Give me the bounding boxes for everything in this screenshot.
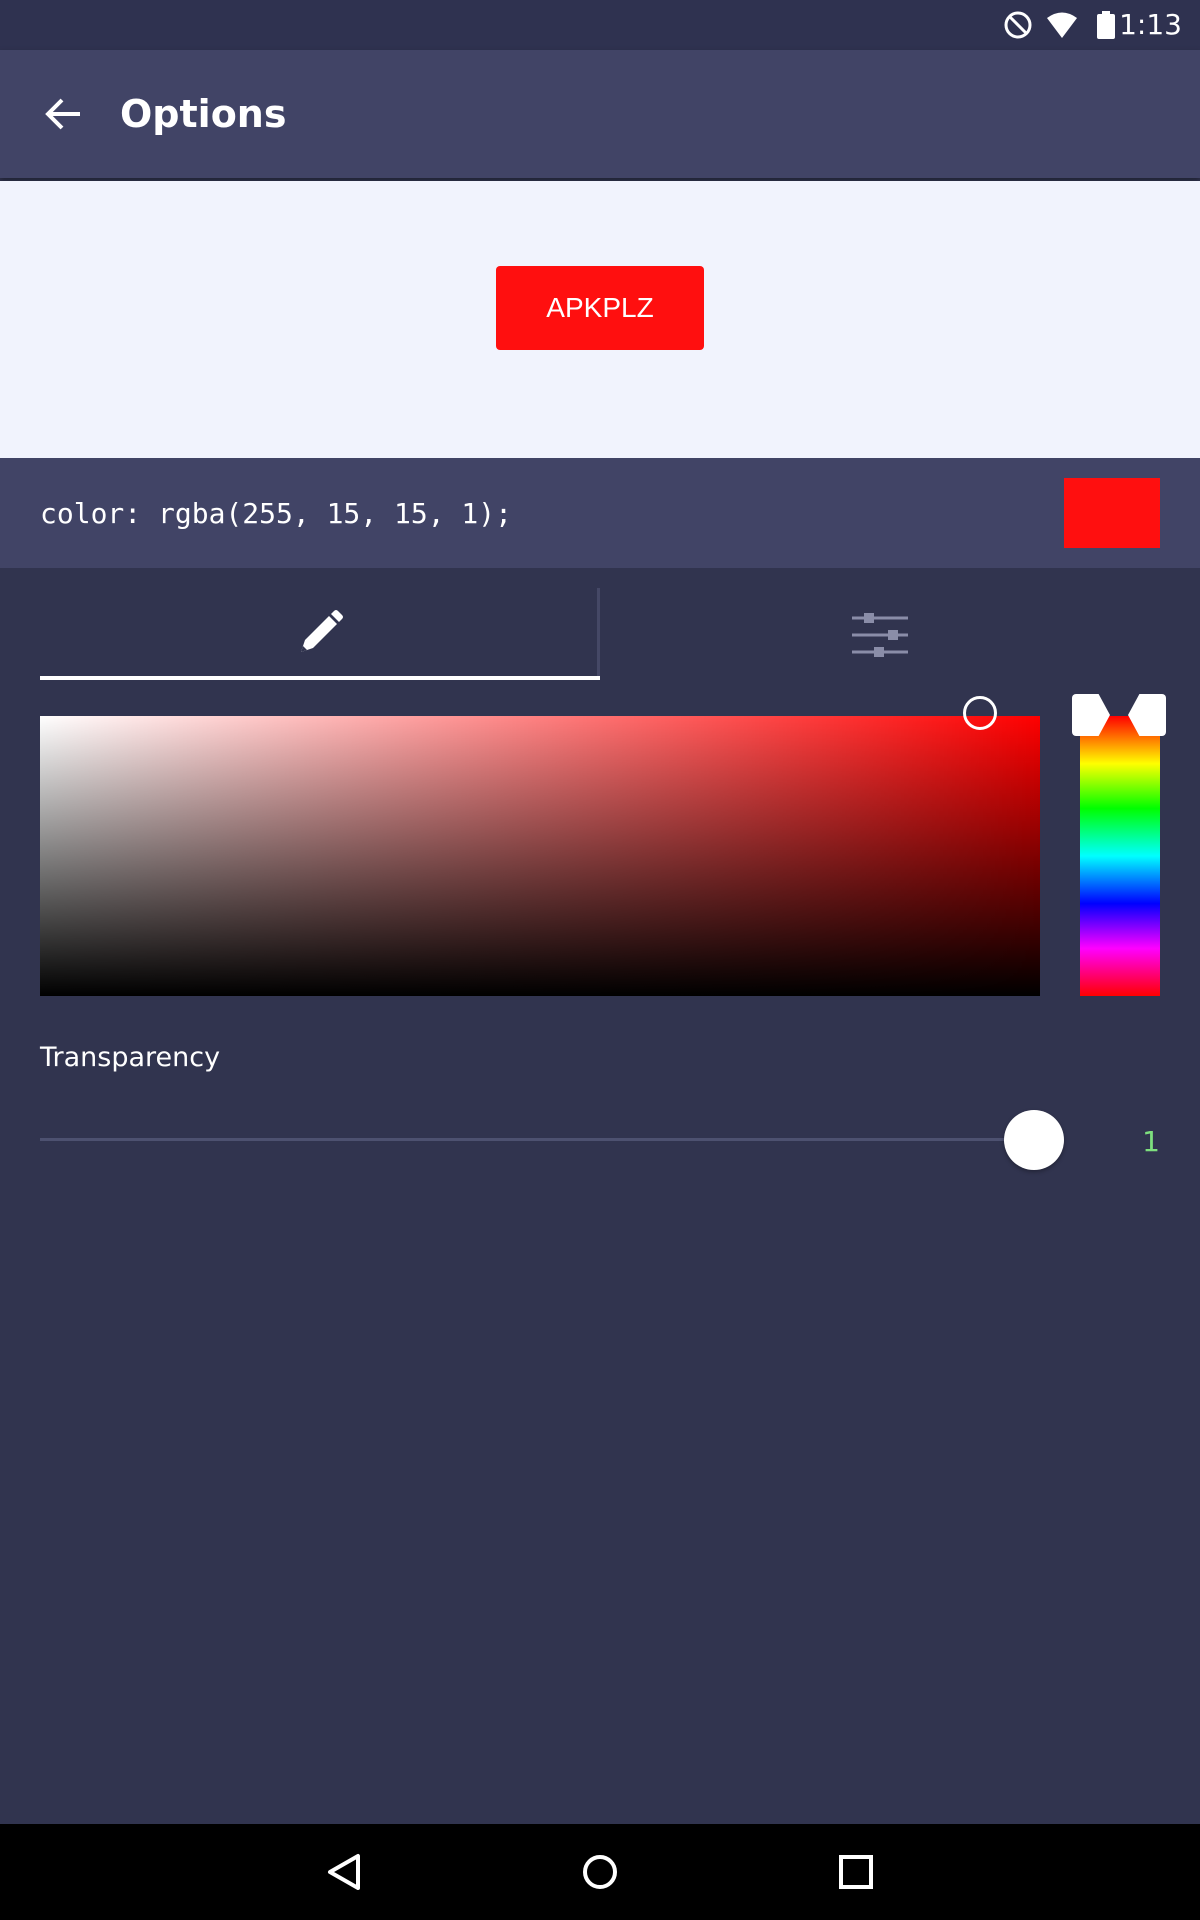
hue-slider[interactable] [1080,716,1160,996]
transparency-value: 1 [1142,1125,1160,1158]
transparency-slider-thumb[interactable] [1004,1110,1064,1170]
nav-back-button[interactable] [314,1842,374,1902]
nav-home-button[interactable] [570,1842,630,1902]
tab-sliders[interactable] [600,588,1160,680]
sliders-icon [850,604,910,664]
transparency-label: Transparency [40,1042,221,1073]
preview-button[interactable]: APKPLZ [496,266,704,350]
battery-icon [1090,9,1122,41]
do-not-disturb-icon [1002,9,1034,41]
color-swatch [1064,478,1160,548]
tab-selected-indicator [40,676,600,680]
home-circle-icon [583,1855,617,1889]
saturation-value-picker[interactable] [40,716,1040,996]
back-button[interactable] [36,86,92,142]
status-time: 1:13 [1119,8,1182,41]
transparency-slider-track[interactable] [40,1138,1034,1141]
page-title: Options [120,92,287,136]
pencil-icon [289,604,349,664]
color-code-text: color: rgba(255, 15, 15, 1); [40,497,513,530]
arrow-left-icon [45,98,80,130]
wifi-icon [1046,9,1078,41]
tab-picker[interactable] [40,588,598,680]
nav-recents-button[interactable] [826,1842,886,1902]
saturation-value-handle[interactable] [963,696,997,730]
recents-square-icon [839,1855,873,1889]
back-triangle-icon [328,1854,360,1890]
